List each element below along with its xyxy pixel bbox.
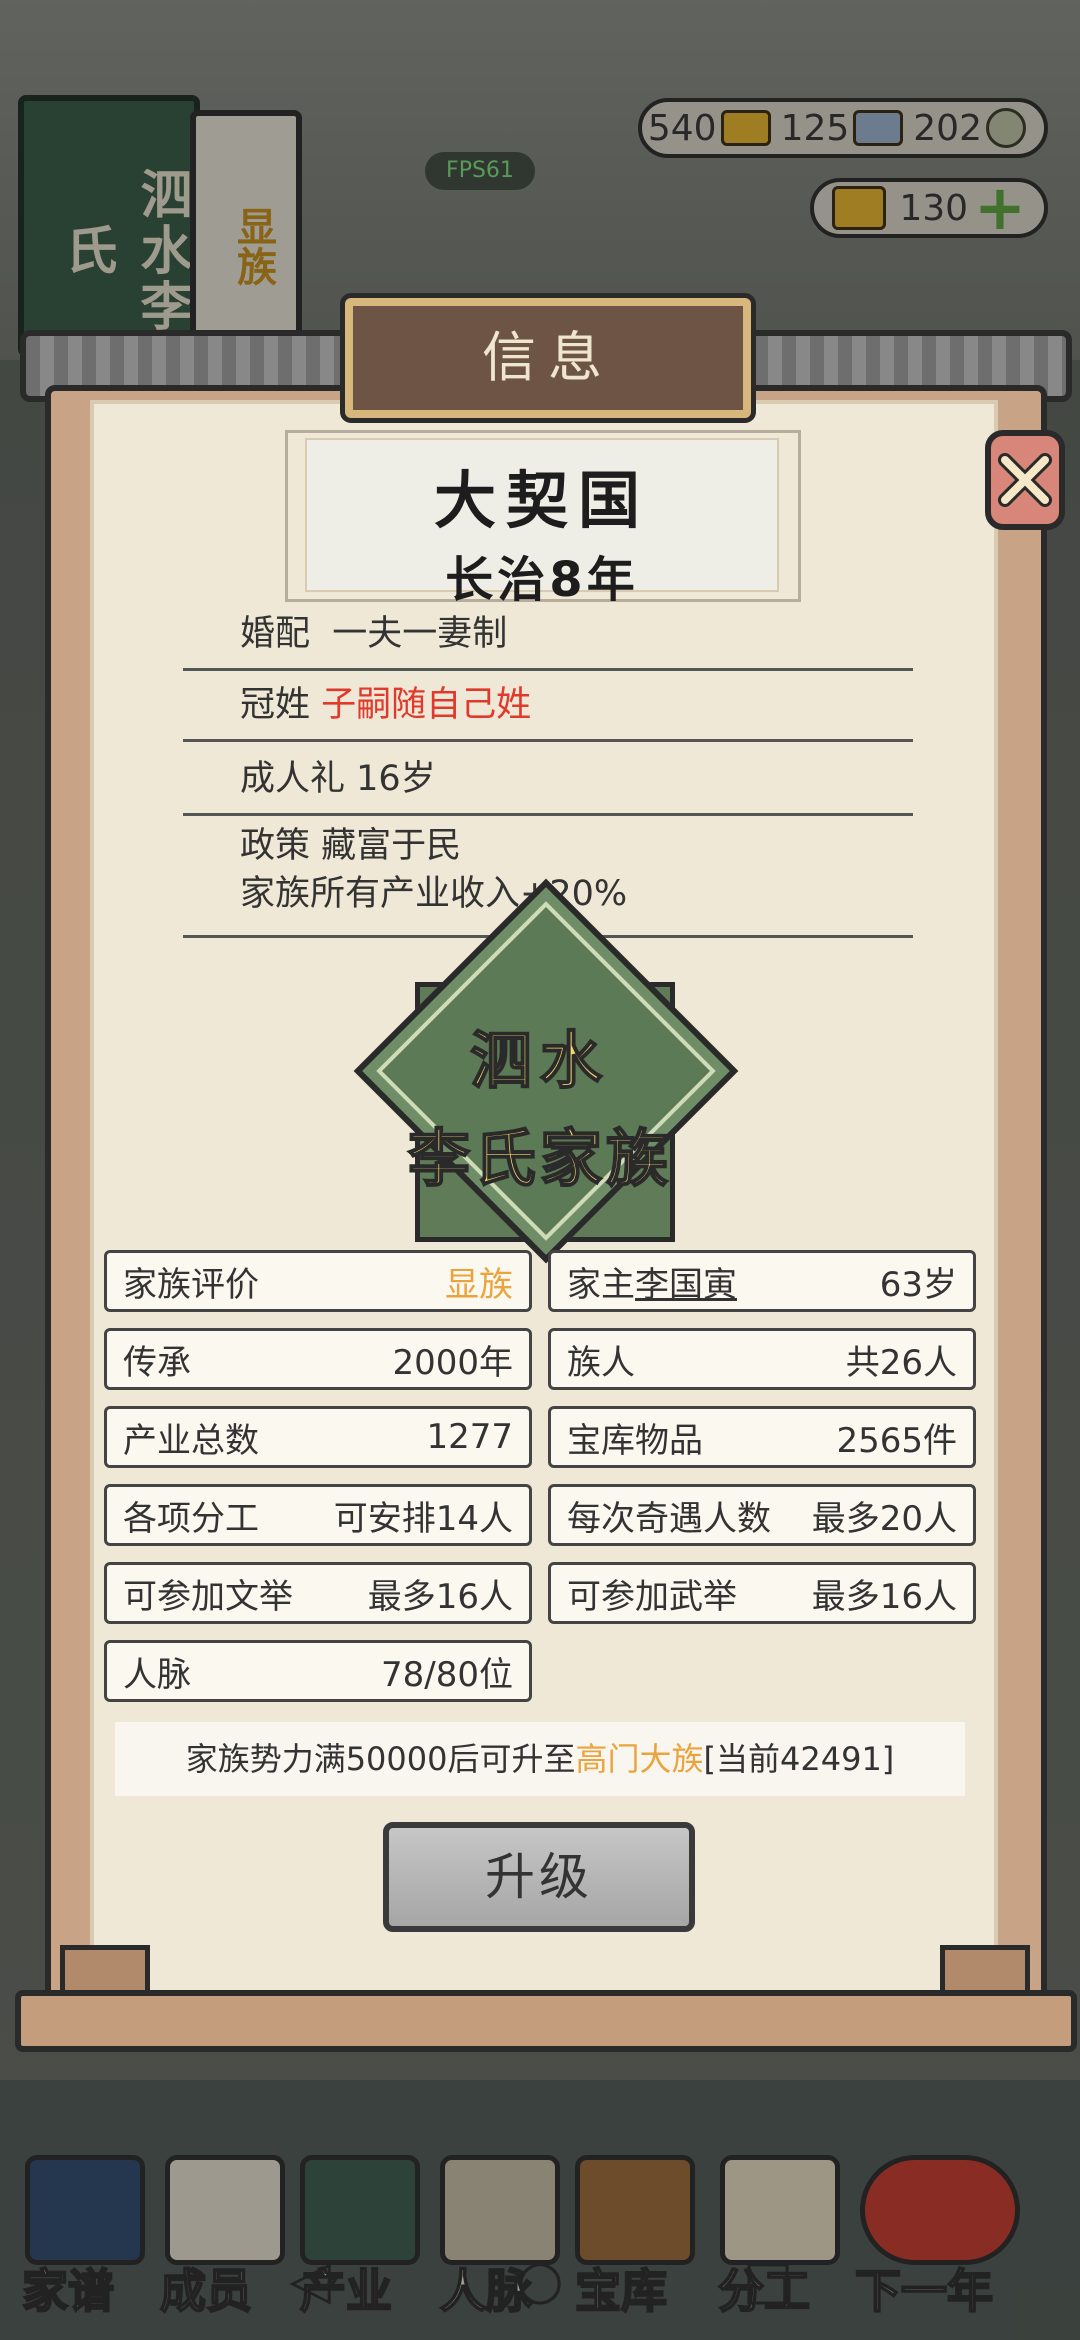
clan-rating-label: 家族评价: [123, 1264, 259, 1305]
encounter-label: 每次奇遇人数: [567, 1498, 771, 1539]
stat-inheritance: 传承 2000年: [104, 1328, 532, 1390]
close-icon: [998, 453, 1052, 507]
emblem-clan: 李氏家族: [407, 1121, 672, 1196]
surname-value: 子嗣随自己姓: [321, 685, 532, 725]
stat-clan-head[interactable]: 家主李国寅 63岁: [548, 1250, 976, 1312]
clan-emblem: 泗水 李氏家族: [353, 878, 739, 1264]
stat-civil-exam: 可参加文举 最多16人: [104, 1562, 532, 1624]
info-row-coming-of-age: 成人礼 16岁: [183, 750, 913, 816]
system-back-icon[interactable]: ◁: [280, 2250, 340, 2310]
encounter-value: 最多20人: [811, 1498, 957, 1539]
system-home-icon[interactable]: ○: [510, 2250, 570, 2310]
stat-network: 人脉 78/80位: [104, 1640, 532, 1702]
clan-head-age: 63岁: [879, 1264, 957, 1305]
treasury-value: 2565件: [836, 1420, 957, 1461]
next-rank: 高门大族: [575, 1740, 704, 1778]
clan-head-name[interactable]: 李国寅: [635, 1265, 737, 1305]
stat-labor: 各项分工 可安排14人: [104, 1484, 532, 1546]
stat-industry: 产业总数 1277: [104, 1406, 532, 1468]
surname-label: 冠姓: [240, 685, 311, 725]
stat-treasury: 宝库物品 2565件: [548, 1406, 976, 1468]
marriage-value: 一夫一妻制: [332, 614, 508, 654]
modal-base: [15, 1990, 1077, 2052]
military-exam-label: 可参加武举: [567, 1576, 737, 1617]
stat-members: 族人 共26人: [548, 1328, 976, 1390]
era-name: 大契国: [433, 464, 650, 537]
info-row-surname: 冠姓 子嗣随自己姓: [183, 676, 913, 742]
industry-value: 1277: [426, 1417, 513, 1457]
policy-label: 政策: [240, 826, 311, 866]
clan-rating-value: 显族: [445, 1264, 513, 1305]
system-recents-icon[interactable]: □: [738, 2250, 798, 2310]
military-exam-value: 最多16人: [811, 1576, 957, 1617]
current-power: [当前42491]: [703, 1740, 895, 1778]
inheritance-label: 传承: [123, 1342, 191, 1383]
stat-clan-rating: 家族评价 显族: [104, 1250, 532, 1312]
info-row-marriage: 婚配 一夫一妻制: [183, 605, 913, 671]
upgrade-button[interactable]: 升级: [383, 1822, 695, 1932]
marriage-label: 婚配: [240, 614, 311, 654]
notice-prefix: 家族势力满50000后可升至: [185, 1740, 576, 1778]
clan-head-label: 家主: [567, 1264, 635, 1305]
members-value: 共26人: [845, 1342, 957, 1383]
coming-of-age-value: 16岁: [356, 759, 436, 799]
era-box: 大契国 长治8年: [305, 438, 779, 608]
stat-encounter: 每次奇遇人数 最多20人: [548, 1484, 976, 1546]
members-label: 族人: [567, 1342, 635, 1383]
policy-value: 藏富于民: [321, 826, 462, 866]
stat-military-exam: 可参加武举 最多16人: [548, 1562, 976, 1624]
close-button[interactable]: [985, 430, 1065, 530]
modal-title: 信息: [345, 298, 751, 418]
upgrade-notice: 家族势力满50000后可升至高门大族[当前42491]: [115, 1722, 965, 1796]
network-label: 人脉: [123, 1654, 191, 1695]
labor-label: 各项分工: [123, 1498, 259, 1539]
civil-exam-label: 可参加文举: [123, 1576, 293, 1617]
industry-label: 产业总数: [123, 1420, 259, 1461]
network-value: 78/80位: [381, 1654, 513, 1695]
civil-exam-value: 最多16人: [367, 1576, 513, 1617]
labor-value: 可安排14人: [333, 1498, 513, 1539]
coming-of-age-label: 成人礼: [240, 759, 346, 799]
inheritance-value: 2000年: [392, 1342, 513, 1383]
era-year: 长治8年: [445, 552, 639, 608]
emblem-place: 泗水: [469, 1023, 610, 1098]
treasury-label: 宝库物品: [567, 1420, 703, 1461]
